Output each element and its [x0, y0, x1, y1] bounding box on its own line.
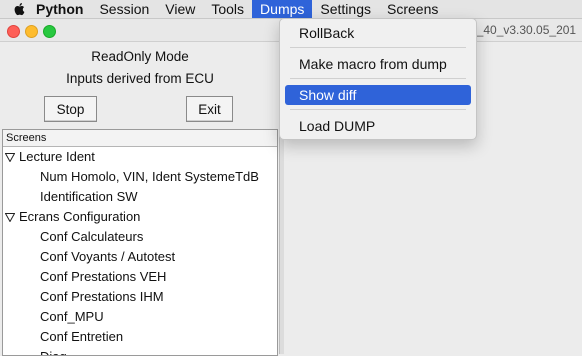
tree-item-label: Conf Prestations VEH [40, 269, 167, 284]
zoom-window-button[interactable] [43, 25, 56, 38]
minimize-window-button[interactable] [25, 25, 38, 38]
dumps-menu-dropdown: RollBack Make macro from dump Show diff … [279, 18, 477, 140]
menu-python[interactable]: Python [28, 0, 91, 18]
tree-item-label: Conf Entretien [40, 329, 124, 344]
tree-item-label: Diag... [40, 347, 78, 355]
tree-item-conf-mpu[interactable]: Conf_MPU [3, 307, 277, 327]
menu-item-show-diff[interactable]: Show diff [285, 85, 471, 105]
menu-item-rollback[interactable]: RollBack [285, 23, 471, 43]
tree-item-identification-sw[interactable]: Identification SW [3, 187, 277, 207]
tree-item-diag[interactable]: Diag... [3, 347, 277, 355]
tree-group-label: Lecture Ident [19, 149, 95, 164]
tree-item-conf-voyants[interactable]: Conf Voyants / Autotest [3, 247, 277, 267]
tree-item-label: Conf Prestations IHM [40, 289, 164, 304]
menu-separator [290, 78, 466, 79]
menu-item-make-macro[interactable]: Make macro from dump [285, 54, 471, 74]
tree-group-lecture-ident[interactable]: Lecture Ident [3, 147, 277, 167]
tree-header[interactable]: Screens [3, 130, 277, 147]
tree-item-label: Identification SW [40, 189, 138, 204]
menu-dumps[interactable]: Dumps [252, 0, 313, 18]
tree-item-conf-prestations-ihm[interactable]: Conf Prestations IHM [3, 287, 277, 307]
expanded-triangle-icon[interactable] [5, 153, 15, 162]
window-title: 5_40_v3.30.05_201 [470, 23, 577, 37]
expanded-triangle-icon[interactable] [5, 213, 15, 222]
menu-view[interactable]: View [157, 0, 203, 18]
apple-logo-icon[interactable] [10, 0, 28, 18]
tree-item-label: Conf_MPU [40, 309, 104, 324]
tree-item-label: Conf Calculateurs [40, 229, 144, 244]
tree-item-conf-calculateurs[interactable]: Conf Calculateurs [3, 227, 277, 247]
tree-item-label: Num Homolo, VIN, Ident SystemeTdB [40, 169, 259, 184]
tree-item-label: Conf Voyants / Autotest [40, 249, 176, 264]
tree-item-conf-prestations-veh[interactable]: Conf Prestations VEH [3, 267, 277, 287]
menu-screens[interactable]: Screens [379, 0, 446, 18]
menu-session[interactable]: Session [91, 0, 157, 18]
menu-tools[interactable]: Tools [203, 0, 252, 18]
menu-separator [290, 109, 466, 110]
menu-settings[interactable]: Settings [312, 0, 379, 18]
inputs-source-label: Inputs derived from ECU [66, 71, 214, 86]
control-panel: ReadOnly Mode Inputs derived from ECU St… [0, 42, 280, 356]
screens-tree[interactable]: Screens Lecture Ident Num Homolo, VIN, I… [2, 129, 278, 356]
tree-item-conf-entretien[interactable]: Conf Entretien [3, 327, 277, 347]
tree-group-label: Ecrans Configuration [19, 209, 141, 224]
tree-group-ecrans-configuration[interactable]: Ecrans Configuration [3, 207, 277, 227]
stop-button[interactable]: Stop [44, 96, 97, 122]
menu-item-load-dump[interactable]: Load DUMP [285, 116, 471, 136]
exit-button[interactable]: Exit [186, 96, 233, 122]
tree-item-num-homolo[interactable]: Num Homolo, VIN, Ident SystemeTdB [3, 167, 277, 187]
close-window-button[interactable] [7, 25, 20, 38]
mode-label: ReadOnly Mode [91, 49, 189, 64]
menu-separator [290, 47, 466, 48]
menu-bar: Python Session View Tools Dumps Settings… [0, 0, 582, 19]
